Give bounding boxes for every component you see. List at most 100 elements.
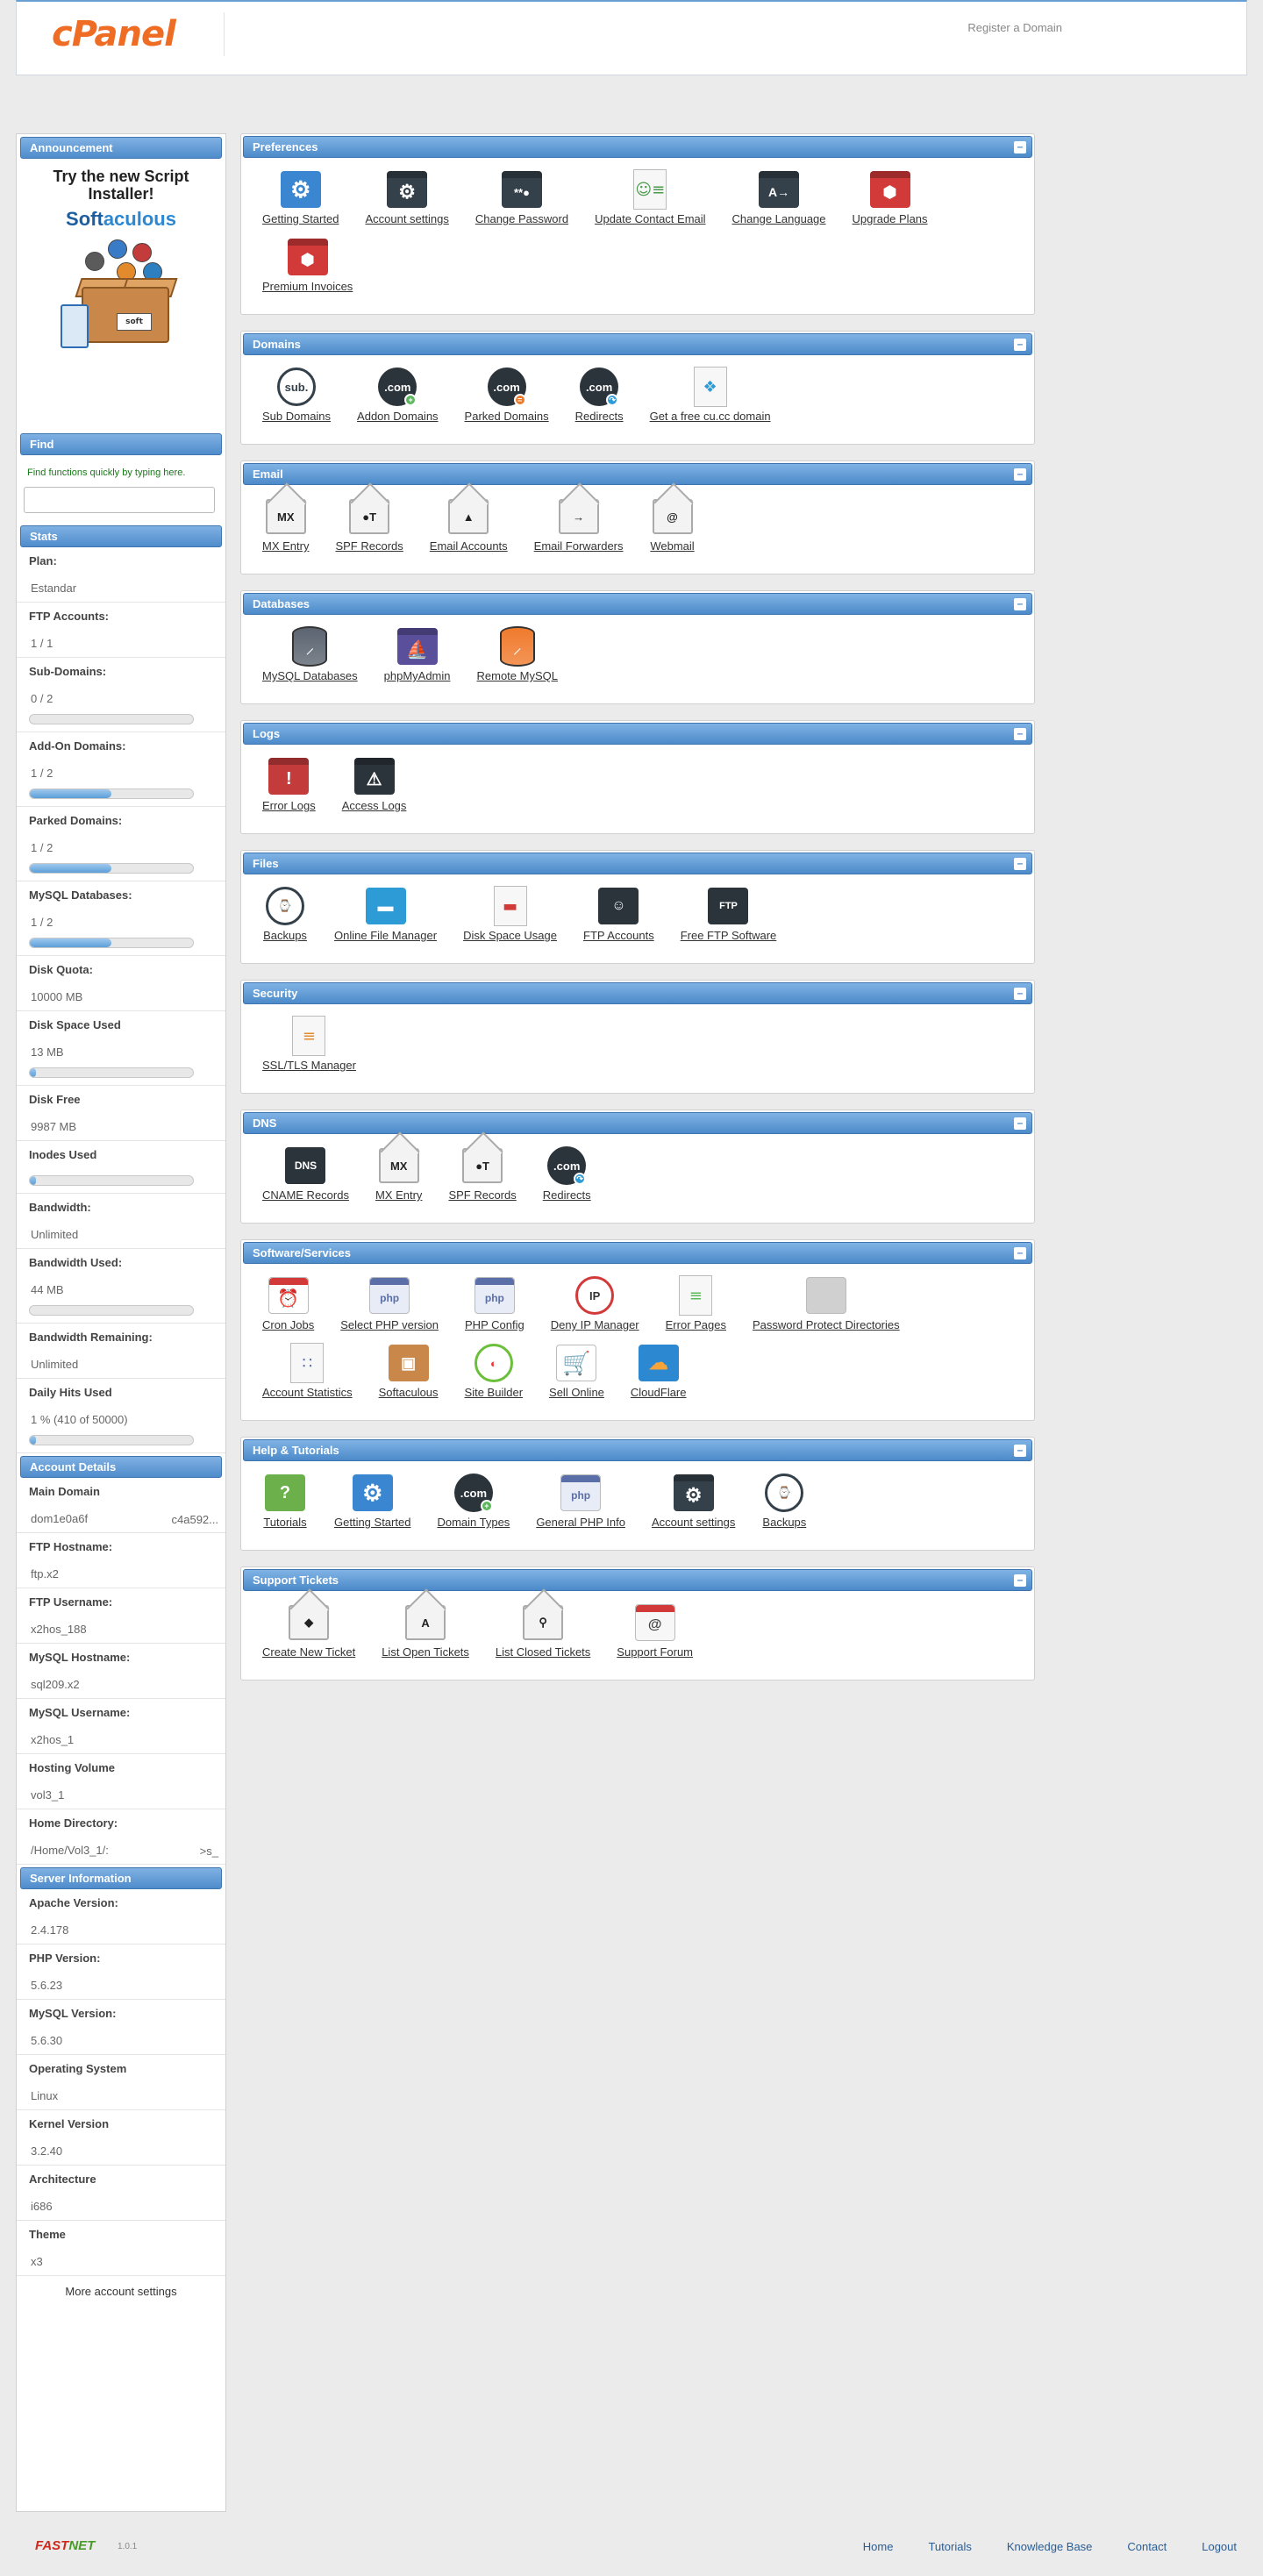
item-label: Account settings — [651, 1516, 736, 1529]
item-label: Parked Domains — [464, 410, 549, 423]
select-php-version-link[interactable]: php Select PHP version — [340, 1274, 439, 1331]
stat-label: PHP Version: — [29, 1952, 101, 1965]
stat-row: Disk Quota: 10000 MB — [17, 956, 225, 1011]
getting-started-link[interactable]: ⚙ Getting Started — [334, 1472, 410, 1529]
list-open-tickets-link[interactable]: A List Open Tickets — [382, 1602, 469, 1659]
addon-domains-link[interactable]: .com + Addon Domains — [357, 366, 439, 423]
create-new-ticket-link[interactable]: ◆ Create New Ticket — [262, 1602, 355, 1659]
password-protect-directories-link[interactable]: Password Protect Directories — [753, 1274, 900, 1331]
site-builder-link[interactable]: ◐ Site Builder — [465, 1342, 523, 1399]
parked-domains-link[interactable]: .com = Parked Domains — [465, 366, 549, 423]
mx-entry-link[interactable]: MX MX Entry — [262, 496, 309, 553]
usage-bar — [29, 1435, 194, 1445]
stats-list: Plan: Estandar FTP Accounts: 1 / 1 Sub-Domai… — [17, 547, 225, 1453]
panel-title: DNS — [253, 1117, 277, 1130]
collapse-icon[interactable]: – — [1014, 598, 1026, 610]
softaculous-promo[interactable]: Try the new Script Installer! Softaculou… — [17, 168, 225, 431]
remote-mysql-link[interactable]: ⸝ Remote MySQL — [477, 625, 558, 682]
account-settings-link[interactable]: ⚙ Account settings — [365, 168, 449, 225]
stat-label: Bandwidth: — [29, 1201, 91, 1214]
backups-link[interactable]: ⌚ Backups — [761, 1472, 807, 1529]
redirects-link[interactable]: .com ↷ Redirects — [543, 1145, 591, 1202]
collapse-icon[interactable]: – — [1014, 858, 1026, 870]
item-label: Tutorials — [263, 1516, 307, 1529]
panel-items: ⌚ Backups ▬ Online File Manager ▬ Disk Space … — [241, 876, 1034, 963]
fastnet-logo[interactable]: FASTNET — [35, 2538, 95, 2553]
collapse-icon[interactable]: – — [1014, 1445, 1026, 1457]
collapse-icon[interactable]: – — [1014, 988, 1026, 1000]
account-statistics-link[interactable]: ∷ Account Statistics — [262, 1342, 353, 1399]
more-account-settings-link[interactable]: More account settings — [17, 2276, 225, 2307]
register-domain-link[interactable]: Register a Domain — [967, 21, 1062, 34]
change-language-link[interactable]: A→ Change Language — [732, 168, 826, 225]
change-password-link[interactable]: **● Change Password — [475, 168, 568, 225]
email-forwarders-link[interactable]: → Email Forwarders — [534, 496, 624, 553]
access-logs-link[interactable]: ⚠ Access Logs — [342, 755, 406, 812]
domain-types-link[interactable]: .com + Domain Types — [437, 1472, 510, 1529]
item-label: Change Password — [475, 212, 569, 225]
softaculous-link[interactable]: ▣ Softaculous — [379, 1342, 439, 1399]
redirects-link[interactable]: .com ↷ Redirects — [575, 366, 624, 423]
usage-bar — [29, 788, 194, 799]
mx-entry-link[interactable]: MX MX Entry — [375, 1145, 422, 1202]
update-contact-email-link[interactable]: ☺≡ Update Contact Email — [595, 168, 706, 225]
item-label: Error Pages — [665, 1318, 727, 1331]
sub-domains-link[interactable]: sub. Sub Domains — [262, 366, 331, 423]
collapse-icon[interactable]: – — [1014, 1574, 1026, 1587]
error-logs-link[interactable]: ! Error Logs — [262, 755, 316, 812]
backups-link[interactable]: ⌚ Backups — [262, 885, 308, 942]
footer-link-tutorials[interactable]: Tutorials — [928, 2540, 971, 2553]
sell-online-link[interactable]: 🛒 Sell Online — [549, 1342, 604, 1399]
phpmyadmin-link[interactable]: ⛵ phpMyAdmin — [384, 625, 451, 682]
footer-link-logout[interactable]: Logout — [1202, 2540, 1237, 2553]
getting-started-link[interactable]: ⚙ Getting Started — [262, 168, 339, 225]
general-php-info-link[interactable]: php General PHP Info — [536, 1472, 625, 1529]
account-settings-link[interactable]: ⚙ Account settings — [652, 1472, 735, 1529]
gear-puzzle-icon: ⚙ — [278, 168, 324, 211]
deny-ip-manager-link[interactable]: IP Deny IP Manager — [551, 1274, 639, 1331]
webmail-link[interactable]: @ Webmail — [650, 496, 696, 553]
footer-link-knowledge-base[interactable]: Knowledge Base — [1007, 2540, 1093, 2553]
cloudflare-link[interactable]: ☁ CloudFlare — [631, 1342, 687, 1399]
server-info-list: Apache Version: 2.4.178 PHP Version: 5.6.23… — [17, 1889, 225, 2276]
ssl-tls-manager-link[interactable]: ≡ SSL/TLS Manager — [262, 1015, 356, 1072]
online-file-manager-link[interactable]: ▬ Online File Manager — [334, 885, 437, 942]
item-label: SSL/TLS Manager — [262, 1059, 356, 1072]
stat-label: Disk Free — [29, 1093, 81, 1106]
footer-link-contact[interactable]: Contact — [1127, 2540, 1167, 2553]
list-closed-tickets-link[interactable]: ⚲ List Closed Tickets — [496, 1602, 590, 1659]
collapse-icon[interactable]: – — [1014, 141, 1026, 153]
get-a-free-cu-cc-domain-link[interactable]: ❖ Get a free cu.cc domain — [650, 366, 771, 423]
footer-link-home[interactable]: Home — [863, 2540, 894, 2553]
collapse-icon[interactable]: – — [1014, 1247, 1026, 1259]
panel-title: Logs — [253, 727, 281, 740]
mysql-databases-link[interactable]: ⸝ MySQL Databases — [262, 625, 358, 682]
error-pages-link[interactable]: ≡ Error Pages — [666, 1274, 726, 1331]
email-accounts-link[interactable]: ▲ Email Accounts — [430, 496, 508, 553]
tutorials-link[interactable]: ? Tutorials — [262, 1472, 308, 1529]
ftp-accounts-link[interactable]: ☺ FTP Accounts — [583, 885, 654, 942]
item-label: Account settings — [365, 212, 449, 225]
spf-records-link[interactable]: ●T SPF Records — [335, 496, 403, 553]
stat-row: Sub-Domains: 0 / 2 — [17, 658, 225, 732]
collapse-icon[interactable]: – — [1014, 339, 1026, 351]
stat-row: Apache Version: 2.4.178 — [17, 1889, 225, 1944]
free-ftp-software-link[interactable]: FTP Free FTP Software — [681, 885, 776, 942]
cpanel-logo[interactable]: cPanel — [52, 14, 176, 54]
find-input[interactable] — [24, 487, 215, 513]
item-label: SPF Records — [448, 1188, 517, 1202]
php-config-link[interactable]: php PHP Config — [465, 1274, 524, 1331]
cron-jobs-link[interactable]: ⏰ Cron Jobs — [262, 1274, 314, 1331]
panel-items: ⏰ Cron Jobs php Select PHP version php PHP Co… — [241, 1266, 1034, 1420]
disk-space-usage-link[interactable]: ▬ Disk Space Usage — [463, 885, 557, 942]
cname-records-link[interactable]: DNS CNAME Records — [262, 1145, 349, 1202]
panel-items: DNS CNAME Records MX MX Entry ●T SPF Records.… — [241, 1136, 1034, 1223]
spf-records-link[interactable]: ●T SPF Records — [448, 1145, 517, 1202]
collapse-icon[interactable]: – — [1014, 468, 1026, 481]
collapse-icon[interactable]: – — [1014, 1117, 1026, 1130]
support-forum-link[interactable]: @ Support Forum — [617, 1602, 693, 1659]
premium-invoices-link[interactable]: ⬢ Premium Invoices — [262, 236, 353, 293]
item-label: CNAME Records — [262, 1188, 349, 1202]
collapse-icon[interactable]: – — [1014, 728, 1026, 740]
upgrade-plans-link[interactable]: ⬢ Upgrade Plans — [853, 168, 928, 225]
